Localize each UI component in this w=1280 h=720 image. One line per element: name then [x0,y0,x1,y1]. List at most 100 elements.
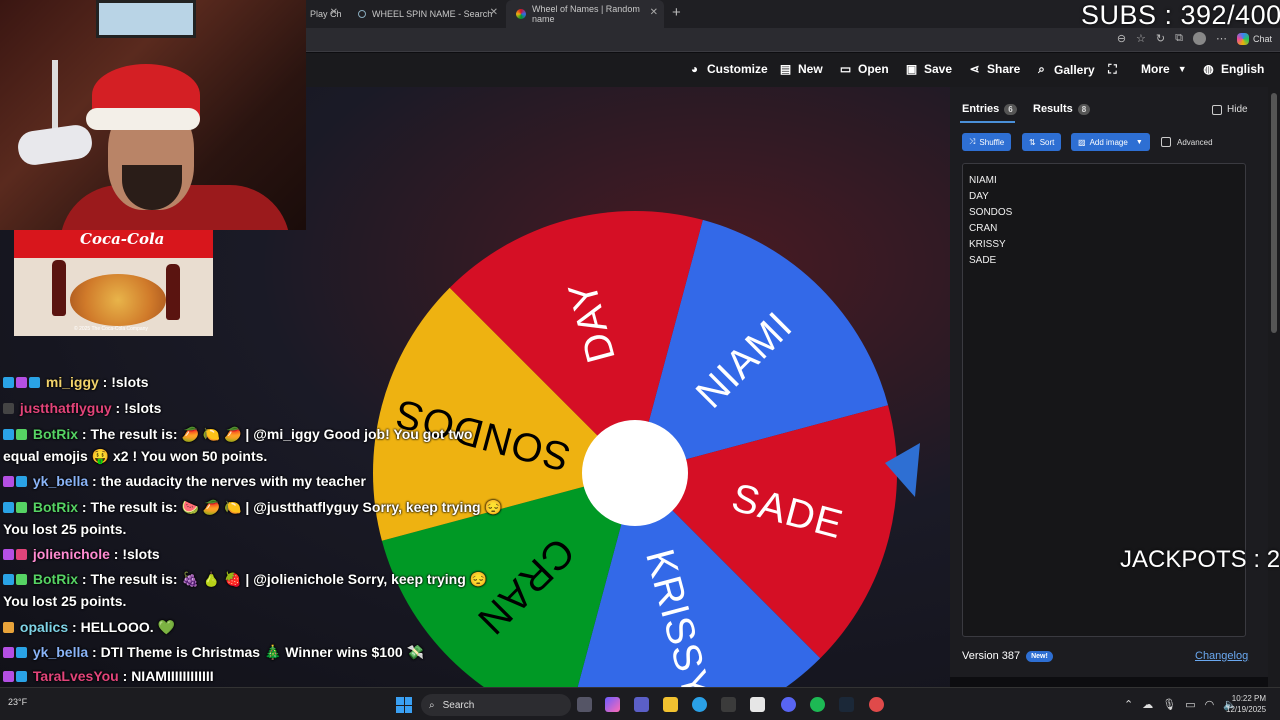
image-icon: ▨ [1078,137,1086,147]
chat-username[interactable]: jolienichole [29,546,110,562]
chat-message: mi_iggy : !slots [3,374,149,390]
add-image-button[interactable]: ▨ Add image ▼ [1071,133,1150,151]
file-explorer-icon[interactable] [663,697,678,712]
refresh-icon[interactable]: ↻ [1156,32,1165,45]
chat-badge-icon [16,574,27,585]
profile-avatar[interactable] [1192,32,1206,45]
chat-badge-icon [16,476,27,487]
sort-button[interactable]: ⇅ Sort [1022,133,1062,151]
spotify-icon[interactable] [810,697,825,712]
tab-results[interactable]: Results 8 [1033,103,1091,115]
entries-count-badge: 6 [1004,103,1017,115]
chevron-down-icon: ▼ [1135,138,1143,146]
copilot-icon [1236,32,1249,45]
hide-label: Hide [1227,104,1248,115]
nav-fullscreen[interactable]: ⛶ [1106,62,1119,77]
chat-username[interactable]: BotRix [29,499,78,515]
close-icon[interactable]: ✕ [330,7,338,18]
wheel[interactable]: NIAMISADEKRISSYCRANSONDOSDAY [360,195,930,720]
nav-label: English [1221,62,1265,76]
nav-gallery[interactable]: ⌕ Gallery [1035,62,1095,77]
tab-search[interactable]: WHEEL SPIN NAME - Search ✕ [348,0,504,28]
tab-entries[interactable]: Entries 6 [962,103,1017,115]
discord-icon[interactable] [781,697,796,712]
chat-username[interactable]: opalics [16,619,68,635]
chat-badge-icon [3,429,14,440]
tab-play[interactable]: Play Ch ✕ [300,0,344,28]
new-tab-icon[interactable]: + [672,4,681,21]
tab-wheel-of-names[interactable]: Wheel of Names | Random name ✕ [506,0,664,28]
chat-badge-icon [3,476,14,487]
taskbar-search[interactable]: ⌕ Search [421,694,571,716]
chat-text: : !slots [111,400,162,416]
word-icon[interactable] [750,697,765,712]
chat-message: opalics : HELLOOO. 💚 [3,619,175,636]
nav-save[interactable]: ▣ Save [905,62,952,76]
windows-start-button[interactable] [396,697,412,713]
chat-text: : the audacity the nerves with my teache… [88,473,366,489]
favorite-star-icon[interactable]: ☆ [1136,32,1146,45]
folder-icon: ▭ [839,62,852,76]
nav-label: Gallery [1054,62,1095,77]
app-icon[interactable] [869,697,884,712]
changelog-link[interactable]: Changelog [1195,650,1248,662]
task-view-icon[interactable] [577,697,592,712]
version-info: Version 387 New! [962,650,1053,662]
cloud-icon[interactable]: ☁ [1142,698,1153,711]
nav-open[interactable]: ▭ Open [839,62,889,76]
steam-icon[interactable] [839,697,854,712]
page-scrollbar[interactable] [1268,87,1280,687]
weather-widget[interactable]: 23°F [8,697,27,707]
close-icon[interactable]: ✕ [490,7,498,18]
screen: Play Ch ✕ WHEEL SPIN NAME - Search ✕ Whe… [0,0,1280,720]
nav-more[interactable]: More ▼ [1141,62,1189,76]
chat-username[interactable]: yk_bella [29,644,88,660]
nav-language[interactable]: ◍ English [1202,62,1264,76]
hide-checkbox[interactable]: Hide [1212,104,1248,115]
coca-cola-ad[interactable]: Coca‑Cola © 2025 The Coca-Cola Company [14,230,213,336]
chat-username[interactable]: mi_iggy [42,374,99,390]
mic-icon[interactable]: 🎙 [1162,698,1176,711]
taskbar-clock[interactable]: 10:22 PM 12/19/2025 [1226,693,1266,715]
chat-username[interactable]: BotRix [29,426,78,442]
extensions-icon[interactable]: ⧉ [1175,32,1183,45]
close-icon[interactable]: ✕ [650,7,658,18]
store-icon[interactable] [721,697,736,712]
nav-label: New [798,62,823,76]
checkbox-box[interactable] [1212,104,1222,115]
more-circle-icon[interactable]: ⊖ [1117,32,1126,45]
nav-new[interactable]: ▤ New [779,62,823,76]
taskbar-search-label: Search [442,699,475,711]
wheel-center-button[interactable] [582,420,688,526]
chevron-up-icon[interactable]: ⌃ [1124,698,1133,711]
nav-customize[interactable]: ◕ Customize [688,62,768,76]
nav-share[interactable]: ⋖ Share [968,62,1020,76]
copilot-icon[interactable] [605,697,620,712]
scrollbar-thumb[interactable] [1271,93,1277,333]
edge-icon[interactable] [692,697,707,712]
chat-badge-icon [3,403,14,414]
chat-username[interactable]: justthatflyguy [16,400,112,416]
chat-message-continuation: You lost 25 points. [3,593,127,609]
advanced-checkbox[interactable]: Advanced [1161,137,1213,147]
wifi-icon[interactable]: ◠ [1205,698,1215,711]
menu-dots-icon[interactable]: ⋯ [1216,32,1227,45]
entry-line: CRAN [969,223,998,234]
chat-username[interactable]: TaraLvesYou [29,668,119,684]
teams-icon[interactable] [634,697,649,712]
copilot-chat-button[interactable]: Chat [1236,32,1272,45]
nav-label: Share [987,62,1021,76]
chat-username[interactable]: yk_bella [29,473,88,489]
taskbar: 23°F ⌕ Search ⌃ ☁ 🎙 ▭ ◠ 🔈 10:22 PM 12/19… [0,687,1280,720]
chat-message-continuation: You lost 25 points. [3,521,127,537]
entry-line: DAY [969,191,989,202]
battery-icon[interactable]: ▭ [1185,698,1195,711]
chat-text: : !slots [98,374,149,390]
chat-message: jolienichole : !slots [3,546,160,562]
chat-username[interactable]: BotRix [29,571,78,587]
results-count-badge: 8 [1077,103,1091,115]
chat-badge-icon [16,377,27,388]
shuffle-button[interactable]: ⤨ Shuffle [962,133,1012,151]
shuffle-label: Shuffle [979,137,1005,147]
checkbox-box[interactable] [1161,137,1171,147]
